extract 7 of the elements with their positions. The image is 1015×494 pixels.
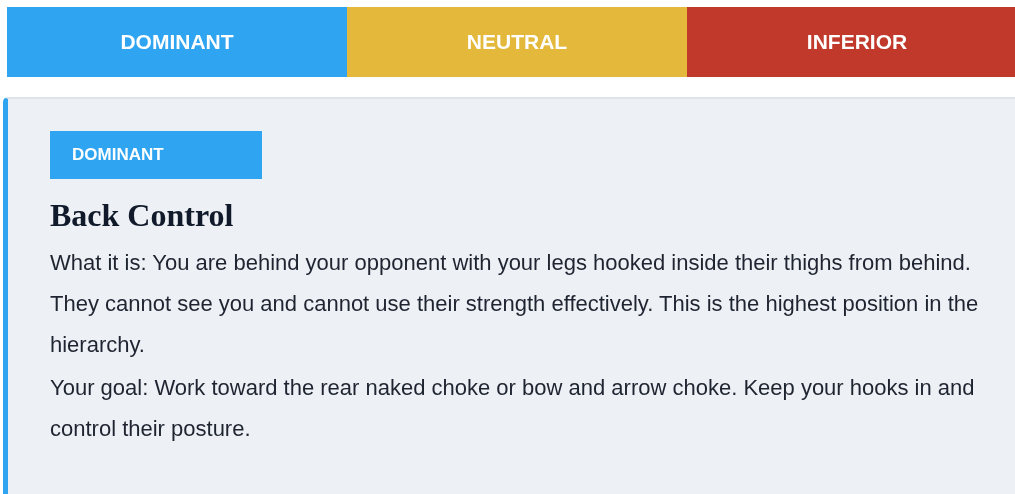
position-title: Back Control	[50, 197, 235, 234]
description-paragraph: Your goal: Work toward the rear naked choke or bow and arrow choke. Keep your hooks in and control their posture.	[50, 374, 976, 443]
category-tab[interactable]: NEUTRAL	[347, 7, 687, 77]
category-tab[interactable]: DOMINANT	[7, 7, 347, 77]
category-tab[interactable]: INFERIOR	[687, 7, 1015, 77]
description-paragraph: What it is: You are behind your opponent with your legs hooked inside their thighs from behind. They cannot see you and cannot use their strength effectively. This is the highest position in the hierarchy.	[50, 249, 980, 359]
category-label: DOMINANT	[50, 131, 262, 179]
